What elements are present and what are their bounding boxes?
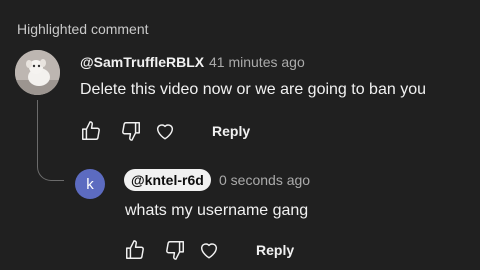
avatar-image: [15, 50, 60, 95]
heart-icon: [156, 124, 174, 140]
heart-button[interactable]: [152, 118, 178, 144]
reply-text: whats my username gang: [125, 202, 309, 219]
reply-actions: Reply: [122, 237, 294, 263]
comment-actions: Reply: [78, 118, 250, 144]
reply-author-badge[interactable]: @kntel-r6d: [124, 169, 211, 191]
reply-button[interactable]: Reply: [256, 242, 294, 258]
avatar[interactable]: k: [75, 169, 105, 199]
like-button[interactable]: [78, 118, 104, 144]
reply-timestamp[interactable]: 0 seconds ago: [219, 172, 310, 188]
thumb-down-icon: [122, 122, 140, 141]
heart-icon: [200, 243, 218, 259]
dislike-button[interactable]: [118, 118, 144, 144]
thread-connector-line: [37, 100, 64, 181]
thumb-up-icon: [82, 121, 100, 140]
dislike-button[interactable]: [162, 237, 188, 263]
comment-author[interactable]: @SamTruffleRBLX: [80, 54, 204, 70]
section-title: Highlighted comment: [17, 21, 149, 37]
reply-button[interactable]: Reply: [212, 123, 250, 139]
comment-timestamp[interactable]: 41 minutes ago: [209, 54, 305, 70]
heart-button[interactable]: [196, 237, 222, 263]
avatar[interactable]: [15, 50, 60, 95]
like-button[interactable]: [122, 237, 148, 263]
thumb-up-icon: [126, 240, 144, 259]
comment-text: Delete this video now or we are going to…: [80, 81, 426, 98]
thumb-down-icon: [166, 241, 184, 260]
